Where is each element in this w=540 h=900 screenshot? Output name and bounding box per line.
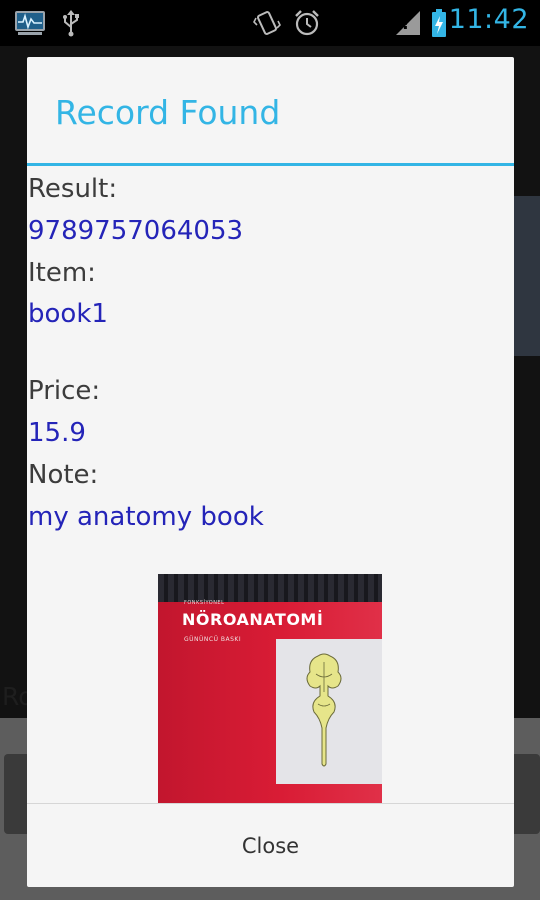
activity-monitor-icon (14, 8, 46, 38)
brain-illustration (306, 653, 342, 767)
alarm-icon (292, 8, 322, 38)
usb-icon (60, 8, 82, 38)
price-value: 15.9 (28, 418, 86, 448)
item-label: Item: (28, 258, 96, 288)
svg-text:?: ? (401, 14, 411, 34)
clock: 11:42 (448, 4, 529, 35)
result-value: 9789757064053 (28, 216, 244, 246)
no-signal-icon: ? (392, 8, 422, 38)
record-found-dialog: Record Found Result: 9789757064053 Item:… (27, 57, 514, 887)
background-button-right (510, 754, 540, 834)
item-value: book1 (28, 299, 108, 329)
cover-title: NÖROANATOMİ (182, 610, 324, 629)
title-divider (27, 163, 514, 166)
note-label: Note: (28, 460, 99, 490)
status-bar: ? 11:42 (0, 0, 540, 46)
item-photo: FONKSİYONEL NÖROANATOMİ GÜNÜNCÜ BASKI (158, 574, 382, 803)
vibrate-icon (252, 8, 282, 38)
close-button[interactable]: Close (27, 804, 514, 887)
result-label: Result: (28, 174, 118, 204)
dialog-content[interactable]: Result: 9789757064053 Item: book1 Price:… (27, 167, 514, 803)
cover-small-text: FONKSİYONEL (184, 600, 225, 606)
price-label: Price: (28, 376, 101, 406)
note-value: my anatomy book (28, 502, 264, 532)
background-strip (514, 196, 540, 356)
photo-background-keyboard (158, 574, 382, 602)
battery-charging-icon (430, 8, 448, 38)
cover-subtitle: GÜNÜNCÜ BASKI (184, 636, 242, 643)
dialog-title: Record Found (55, 93, 281, 132)
